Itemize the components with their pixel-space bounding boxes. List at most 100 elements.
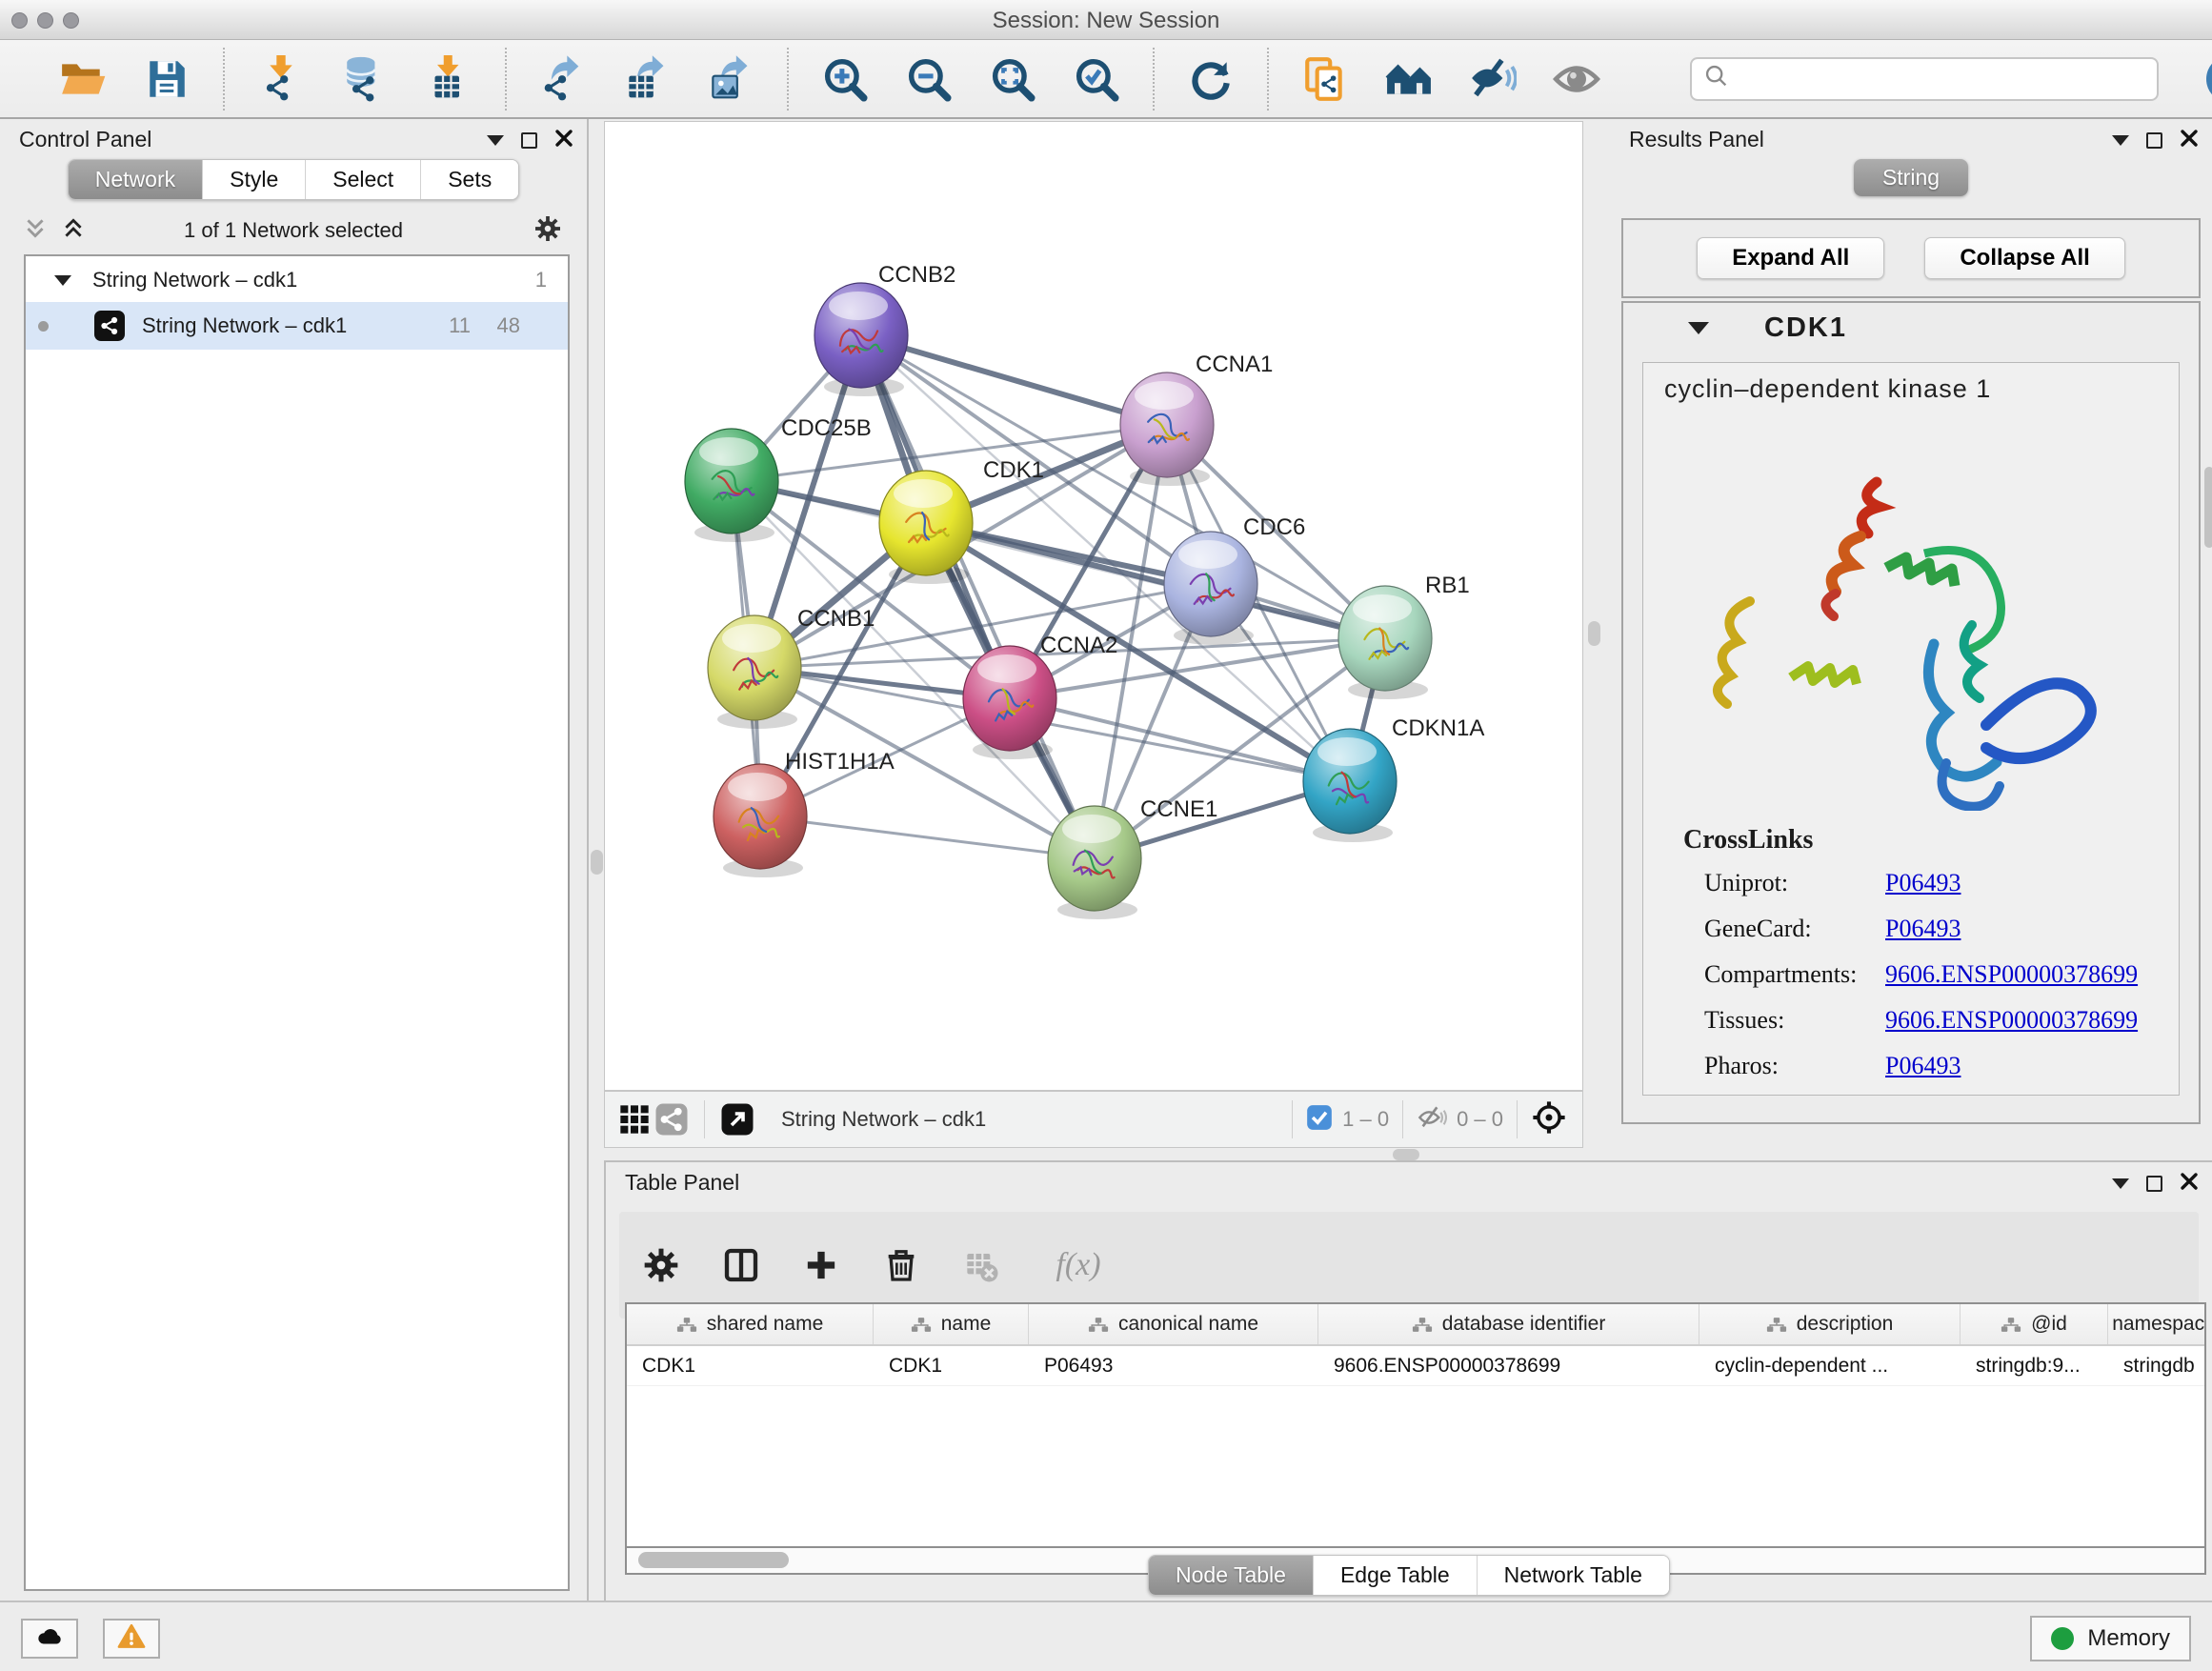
import-network-from-file-button[interactable] xyxy=(255,53,307,105)
network-node-HIST1H1A[interactable]: HIST1H1A xyxy=(714,749,895,877)
search-box[interactable] xyxy=(1690,57,2159,101)
search-input[interactable] xyxy=(1730,67,2130,91)
left-splitter-handle[interactable] xyxy=(591,850,603,875)
export-network-button[interactable] xyxy=(537,53,589,105)
first-neighbors-button[interactable] xyxy=(1383,53,1435,105)
network-node-CDC25B[interactable]: CDC25B xyxy=(685,415,872,542)
warnings-button[interactable] xyxy=(103,1619,160,1659)
import-network-from-database-button[interactable] xyxy=(339,53,391,105)
show-columns-button[interactable] xyxy=(720,1244,762,1286)
tab-network-table[interactable]: Network Table xyxy=(1478,1556,1669,1595)
column-header-namespace[interactable]: namespace xyxy=(2108,1304,2206,1344)
column-header-databaseidentifier[interactable]: database identifier xyxy=(1318,1304,1699,1344)
show-all-button[interactable] xyxy=(1551,53,1602,105)
bottom-splitter-handle[interactable] xyxy=(1393,1149,1419,1160)
results-scrollbar[interactable] xyxy=(2204,467,2212,548)
cytoscape-window: Session: New Session ? Control Panel Net… xyxy=(0,0,2212,1671)
zoom-selected-icon xyxy=(1073,55,1120,103)
import-database-icon xyxy=(341,55,389,103)
export-table-button[interactable] xyxy=(621,53,673,105)
crosslink-link[interactable]: P06493 xyxy=(1885,869,1961,897)
hide-selected-button[interactable] xyxy=(1467,53,1518,105)
network-node-CCNB1[interactable]: CCNB1 xyxy=(708,606,875,729)
column-header-id[interactable]: @id xyxy=(1961,1304,2108,1344)
crosslink-link[interactable]: P06493 xyxy=(1885,915,1961,943)
crosshair-icon[interactable] xyxy=(1531,1099,1567,1140)
current-network-dot-icon xyxy=(38,321,49,332)
add-column-button[interactable] xyxy=(800,1244,842,1286)
memory-button[interactable]: Memory xyxy=(2030,1616,2191,1661)
network-options-gear-icon[interactable] xyxy=(533,214,562,248)
open-view-icon[interactable] xyxy=(718,1100,756,1138)
network-collection-row[interactable]: String Network – cdk1 1 xyxy=(26,258,568,302)
column-header-name[interactable]: name xyxy=(874,1304,1029,1344)
float-panel-icon[interactable] xyxy=(2146,132,2162,149)
node-table[interactable]: shared namenamecanonical namedatabase id… xyxy=(625,1302,2206,1548)
column-header-description[interactable]: description xyxy=(1699,1304,1961,1344)
zoom-out-button[interactable] xyxy=(903,53,955,105)
birdseye-grid-icon[interactable] xyxy=(616,1101,653,1137)
network-view-canvas[interactable]: CCNB2CCNA1CDC25BCDK1CDC6RB1CCNB1CCNA2CDK… xyxy=(604,121,1583,1091)
network-edge[interactable] xyxy=(861,335,1095,858)
crosslink-row: Uniprot:P06493 xyxy=(1704,869,2179,897)
close-panel-icon[interactable] xyxy=(2180,129,2199,152)
cloud-status-button[interactable] xyxy=(21,1619,78,1659)
collapse-all-button[interactable]: Collapse All xyxy=(1924,237,2124,279)
main-toolbar: ? xyxy=(0,40,2212,119)
network-row-selected[interactable]: String Network – cdk1 11 48 xyxy=(26,302,568,350)
tab-style[interactable]: Style xyxy=(203,160,306,199)
selected-checkbox-icon[interactable] xyxy=(1306,1104,1333,1136)
apply-layout-button[interactable] xyxy=(1185,53,1237,105)
function-builder-button[interactable]: f(x) xyxy=(1040,1244,1116,1286)
hidden-eye-icon[interactable] xyxy=(1417,1102,1447,1137)
tab-edge-table[interactable]: Edge Table xyxy=(1314,1556,1478,1595)
table-row[interactable]: CDK1CDK1P064939606.ENSP00000378699cyclin… xyxy=(627,1346,2204,1386)
network-label: String Network – cdk1 xyxy=(142,313,347,338)
zoom-fit-button[interactable] xyxy=(987,53,1038,105)
network-node-RB1[interactable]: RB1 xyxy=(1338,573,1470,699)
export-image-button[interactable] xyxy=(705,53,756,105)
trash-icon xyxy=(882,1246,920,1284)
collapse-protein-icon[interactable] xyxy=(1688,322,1709,334)
delete-column-button[interactable] xyxy=(880,1244,922,1286)
panel-menu-icon[interactable] xyxy=(2112,1178,2129,1189)
toolbar-group xyxy=(787,48,1153,111)
panel-menu-icon[interactable] xyxy=(2112,135,2129,146)
show-eye-icon xyxy=(1553,55,1600,103)
network-node-CCNA1[interactable]: CCNA1 xyxy=(1120,352,1273,486)
network-edge[interactable] xyxy=(760,816,1095,858)
column-header-canonicalname[interactable]: canonical name xyxy=(1029,1304,1318,1344)
tab-string[interactable]: String xyxy=(1854,159,1968,196)
duplicate-network-button[interactable] xyxy=(1299,53,1351,105)
column-header-sharedname[interactable]: shared name xyxy=(627,1304,874,1344)
float-panel-icon[interactable] xyxy=(521,132,537,149)
network-edge[interactable] xyxy=(861,335,1167,425)
table-settings-button[interactable] xyxy=(640,1244,682,1286)
close-panel-icon[interactable] xyxy=(2180,1172,2199,1196)
float-panel-icon[interactable] xyxy=(2146,1176,2162,1192)
open-session-button[interactable] xyxy=(57,53,109,105)
import-table-from-file-button[interactable] xyxy=(423,53,474,105)
results-controls: Expand All Collapse All xyxy=(1621,218,2201,298)
zoom-in-button[interactable] xyxy=(819,53,871,105)
save-session-button[interactable] xyxy=(141,53,192,105)
expand-all-button[interactable]: Expand All xyxy=(1697,237,1884,279)
right-splitter-handle[interactable] xyxy=(1588,621,1600,646)
crosslink-link[interactable]: 9606.ENSP00000378699 xyxy=(1885,1006,2138,1035)
network-node-CDKN1A[interactable]: CDKN1A xyxy=(1303,715,1484,842)
crosslink-link[interactable]: 9606.ENSP00000378699 xyxy=(1885,960,2138,989)
network-share-icon[interactable] xyxy=(653,1100,691,1138)
help-button[interactable]: ? xyxy=(2206,55,2212,103)
tab-sets[interactable]: Sets xyxy=(421,160,518,199)
tab-node-table[interactable]: Node Table xyxy=(1149,1556,1314,1595)
network-edge[interactable] xyxy=(926,523,1385,638)
crosslink-link[interactable]: P06493 xyxy=(1885,1052,1961,1080)
tab-network[interactable]: Network xyxy=(69,160,203,199)
close-panel-icon[interactable] xyxy=(554,129,573,152)
collection-expand-icon[interactable] xyxy=(54,275,71,286)
network-node-CCNE1[interactable]: CCNE1 xyxy=(1048,796,1217,919)
delete-table-button[interactable] xyxy=(960,1244,1002,1286)
panel-menu-icon[interactable] xyxy=(487,135,504,146)
zoom-selected-button[interactable] xyxy=(1071,53,1122,105)
tab-select[interactable]: Select xyxy=(306,160,421,199)
